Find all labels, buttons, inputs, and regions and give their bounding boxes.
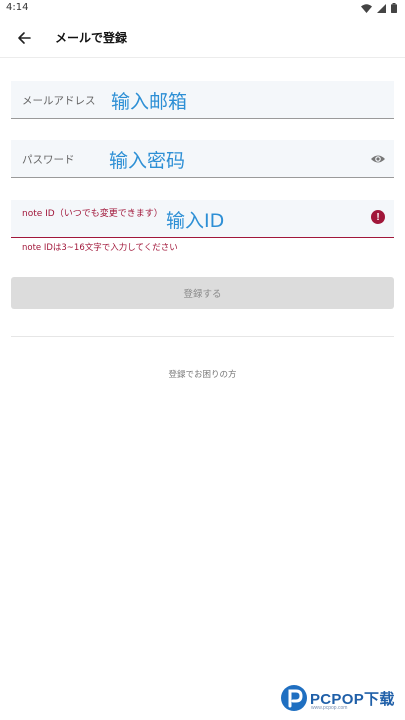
back-button[interactable]: [14, 28, 34, 48]
watermark: PCPOP下载 www.pcpop.com: [280, 684, 405, 716]
app-bar: メールで登録: [0, 18, 405, 58]
note-id-field[interactable]: note ID（いつでも変更できます） 输入ID !: [11, 200, 394, 238]
note-id-error-text: note IDは3~16文字で入力してください: [22, 243, 178, 253]
help-link[interactable]: 登録でお困りの方: [0, 368, 405, 380]
pcpop-logo-icon: [281, 685, 307, 711]
note-id-value[interactable]: 输入ID: [166, 206, 224, 233]
watermark-tagline: www.pcpop.com: [311, 705, 348, 711]
eye-icon[interactable]: [370, 151, 386, 167]
status-time: 4:14: [6, 2, 29, 13]
arrow-left-icon: [18, 32, 31, 44]
page-title: メールで登録: [55, 31, 128, 45]
password-label: パスワード: [22, 154, 75, 166]
signal-icon: [377, 3, 386, 13]
status-bar: 4:14: [0, 0, 405, 18]
email-field[interactable]: メールアドレス 输入邮箱: [11, 81, 394, 119]
note-id-label: note ID（いつでも変更できます）: [22, 209, 163, 219]
status-icons: [361, 3, 397, 13]
error-icon: !: [371, 210, 385, 224]
battery-icon: [391, 3, 397, 13]
email-value[interactable]: 输入邮箱: [111, 87, 187, 114]
register-button[interactable]: 登録する: [11, 277, 394, 309]
wifi-icon: [361, 3, 372, 13]
password-value[interactable]: 输入密码: [109, 146, 185, 173]
email-label: メールアドレス: [22, 95, 96, 107]
password-field[interactable]: パスワード 输入密码: [11, 140, 394, 178]
divider: [11, 336, 394, 337]
